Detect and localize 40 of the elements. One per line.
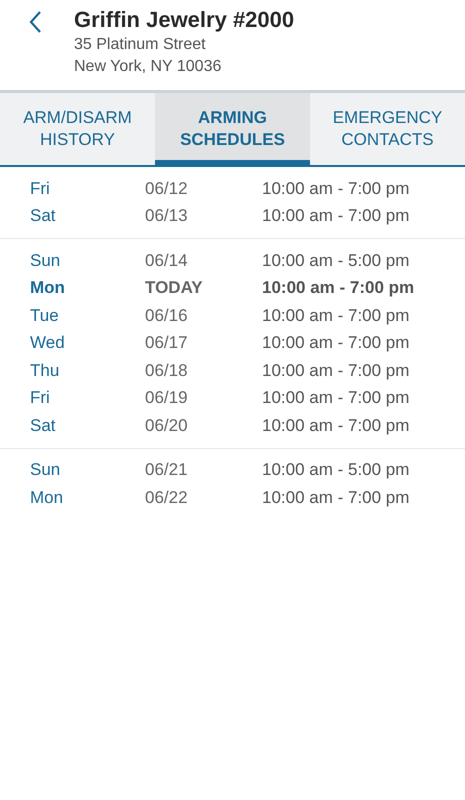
tab[interactable]: ARM/DISARM HISTORY xyxy=(0,93,155,165)
schedule-hours: 10:00 am - 7:00 pm xyxy=(262,488,410,508)
date: 06/13 xyxy=(145,206,189,226)
schedule-hours: 10:00 am - 7:00 pm xyxy=(262,306,410,326)
schedule-hours: 10:00 am - 7:00 pm xyxy=(262,416,410,436)
date: 06/14 xyxy=(145,250,189,271)
location-title: Griffin Jewelry #2000 xyxy=(74,6,294,34)
date: 06/21 xyxy=(145,460,189,480)
day-name: Thu xyxy=(30,360,60,381)
day-name: Sat xyxy=(30,206,57,226)
day-name: Tue xyxy=(30,306,60,326)
schedule-hours: 10:00 am - 5:00 pm xyxy=(262,460,410,480)
tab[interactable]: EMERGENCY CONTACTS xyxy=(310,93,465,165)
day-name: Fri xyxy=(30,388,51,408)
day-name: Fri xyxy=(30,178,51,199)
date: 06/12 xyxy=(145,178,189,199)
schedule-hours: 10:00 am - 7:00 pm xyxy=(262,278,416,298)
day-name: Sat xyxy=(30,416,57,436)
date: 06/18 xyxy=(145,360,189,381)
date: 06/16 xyxy=(145,306,189,326)
schedule-hours: 10:00 am - 7:00 pm xyxy=(262,206,410,226)
back-chevron-icon xyxy=(28,10,42,34)
date: 06/20 xyxy=(145,416,189,436)
day-name: Mon xyxy=(30,488,64,508)
schedule-hours: 10:00 am - 7:00 pm xyxy=(262,333,410,354)
date: 06/17 xyxy=(145,333,189,354)
schedule-hours: 10:00 am - 7:00 pm xyxy=(262,388,410,408)
schedule-hours: 10:00 am - 5:00 pm xyxy=(262,250,410,271)
address-line: 35 Platinum Street xyxy=(74,35,207,55)
date: 06/22 xyxy=(145,488,189,508)
day-name: Wed xyxy=(30,333,66,354)
schedule-hours: 10:00 am - 7:00 pm xyxy=(262,360,410,381)
date: TODAY xyxy=(145,278,204,298)
day-name: Sun xyxy=(30,460,62,480)
schedule-hours: 10:00 am - 7:00 pm xyxy=(262,178,410,199)
address-line: New York, NY 10036 xyxy=(74,57,222,77)
day-name: Sun xyxy=(30,250,62,271)
tab[interactable]: ARMING SCHEDULES xyxy=(155,93,310,165)
day-name: Mon xyxy=(30,278,66,298)
date: 06/19 xyxy=(145,388,189,408)
